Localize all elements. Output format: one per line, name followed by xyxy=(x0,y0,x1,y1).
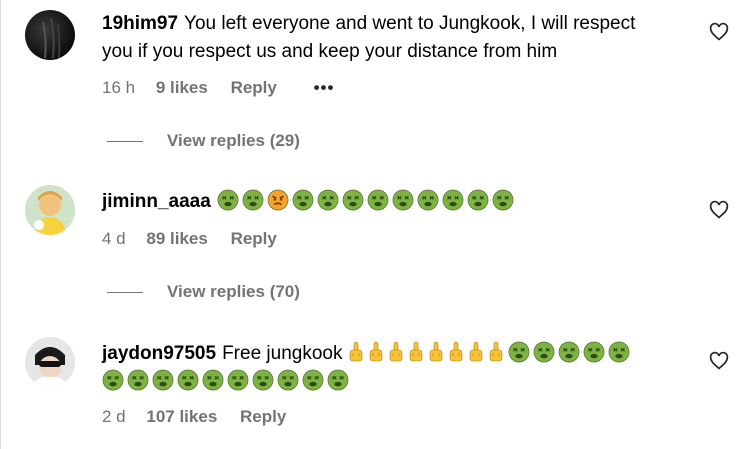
avatar[interactable] xyxy=(25,10,75,60)
nauseated-face-icon xyxy=(508,341,530,363)
nauseated-face-icon xyxy=(242,189,264,211)
emoji-row xyxy=(217,189,517,212)
comment-likes[interactable]: 107 likes xyxy=(146,407,217,427)
view-replies-button[interactable]: View replies (70) xyxy=(107,282,300,302)
nauseated-face-icon xyxy=(608,341,630,363)
nauseated-face-icon xyxy=(302,369,324,391)
comment-time: 16 h xyxy=(102,78,136,97)
nauseated-face-icon xyxy=(342,189,364,211)
avatar-image xyxy=(25,185,75,235)
comment-username[interactable]: jiminn_aaaa xyxy=(102,191,211,212)
view-replies-button[interactable]: View replies (29) xyxy=(107,131,300,151)
heart-outline-icon[interactable] xyxy=(709,351,729,371)
middle-finger-icon xyxy=(349,341,363,362)
nauseated-face-icon xyxy=(467,189,489,211)
angry-face-icon xyxy=(267,189,289,211)
reply-button[interactable]: Reply xyxy=(240,407,286,427)
comment-body: You left everyone and went to Jungkook, … xyxy=(102,13,636,62)
comment-likes[interactable]: 9 likes xyxy=(156,78,208,98)
heart-outline-icon[interactable] xyxy=(709,200,729,220)
comment-username[interactable]: 19him97 xyxy=(102,13,178,34)
comment-meta: 2 d 107 likes Reply xyxy=(102,407,286,427)
comments-panel: 19him97 You left everyone and went to Jun… xyxy=(0,0,749,449)
nauseated-face-icon xyxy=(152,369,174,391)
comment-text: jiminn_aaaa xyxy=(102,188,669,216)
nauseated-face-icon xyxy=(367,189,389,211)
nauseated-face-icon xyxy=(392,189,414,211)
nauseated-face-icon xyxy=(492,189,514,211)
nauseated-face-icon xyxy=(442,189,464,211)
nauseated-face-icon xyxy=(417,189,439,211)
nauseated-face-icon xyxy=(583,341,605,363)
comment-text: jaydon97505 Free jungkook xyxy=(102,340,669,396)
avatar-image xyxy=(25,337,75,387)
comment-time: 2 d xyxy=(102,407,126,426)
middle-finger-icon xyxy=(429,341,443,362)
nauseated-face-icon xyxy=(217,189,239,211)
divider-line xyxy=(107,291,143,293)
nauseated-face-icon xyxy=(317,189,339,211)
middle-finger-icon xyxy=(389,341,403,362)
avatar[interactable] xyxy=(25,337,75,387)
comment-username[interactable]: jaydon97505 xyxy=(102,343,216,364)
nauseated-face-icon xyxy=(202,369,224,391)
view-replies-label: View replies (70) xyxy=(167,282,300,301)
nauseated-face-icon xyxy=(558,341,580,363)
middle-finger-icon xyxy=(469,341,483,362)
divider-line xyxy=(107,140,143,142)
nauseated-face-icon xyxy=(292,189,314,211)
nauseated-face-icon xyxy=(277,369,299,391)
heart-outline-icon[interactable] xyxy=(709,22,729,42)
middle-finger-icon xyxy=(449,341,463,362)
avatar[interactable] xyxy=(25,185,75,235)
comment-likes[interactable]: 89 likes xyxy=(146,229,207,249)
view-replies-label: View replies (29) xyxy=(167,131,300,150)
middle-finger-icon xyxy=(369,341,383,362)
reply-button[interactable]: Reply xyxy=(231,78,277,98)
comment-meta: 16 h 9 likes Reply ••• xyxy=(102,78,334,98)
nauseated-face-icon xyxy=(177,369,199,391)
nauseated-face-icon xyxy=(227,369,249,391)
comment-text: 19him97 You left everyone and went to Jun… xyxy=(102,10,669,66)
reply-button[interactable]: Reply xyxy=(231,229,277,249)
comment-body: Free jungkook xyxy=(222,343,343,364)
middle-finger-icon xyxy=(489,341,503,362)
middle-finger-icon xyxy=(409,341,423,362)
more-options-icon[interactable]: ••• xyxy=(314,78,335,98)
avatar-image xyxy=(42,17,61,59)
nauseated-face-icon xyxy=(533,341,555,363)
comment-meta: 4 d 89 likes Reply xyxy=(102,229,277,249)
comment-time: 4 d xyxy=(102,229,126,248)
nauseated-face-icon xyxy=(327,369,349,391)
nauseated-face-icon xyxy=(252,369,274,391)
nauseated-face-icon xyxy=(102,369,124,391)
nauseated-face-icon xyxy=(127,369,149,391)
